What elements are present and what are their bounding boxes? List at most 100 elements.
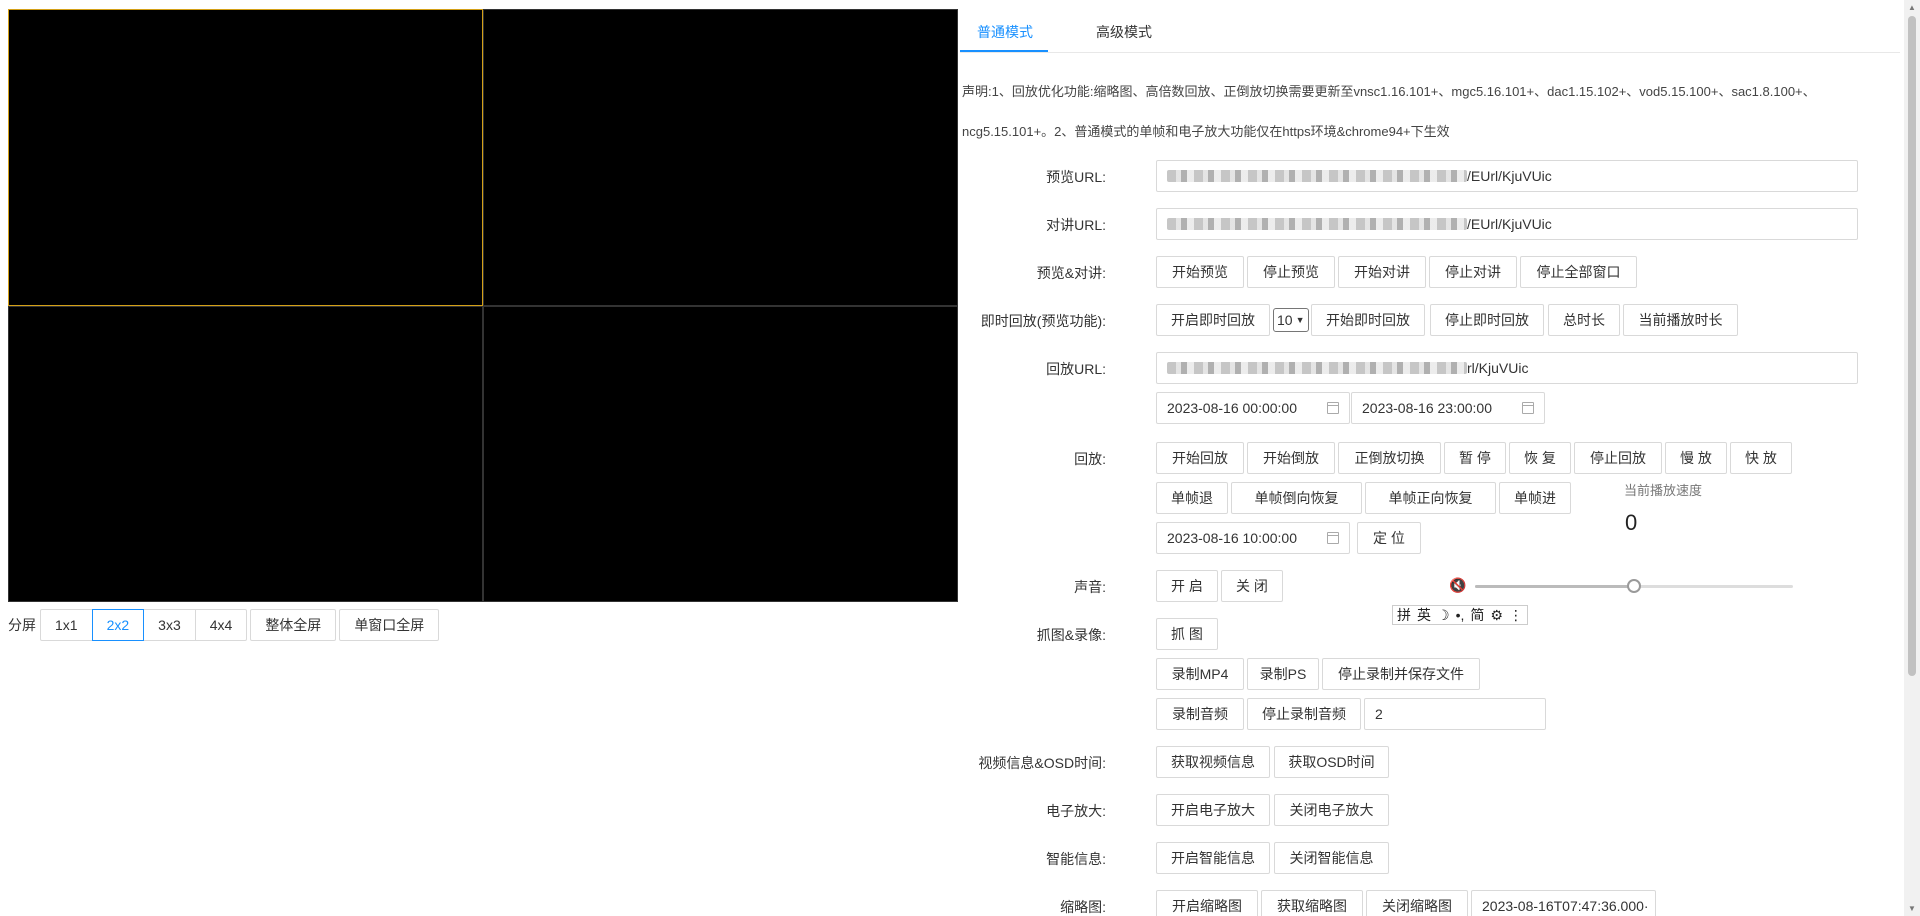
ezoom-on-button[interactable]: 开启电子放大	[1156, 794, 1270, 826]
video-window-4[interactable]	[483, 305, 958, 602]
split-toolbar: 分屏 1x1 2x2 3x3 4x4 整体全屏 单窗口全屏	[8, 609, 440, 641]
video-window-1[interactable]	[8, 9, 483, 306]
frame-reverse-resume-button[interactable]: 单帧倒向恢复	[1231, 482, 1362, 514]
record-audio-button[interactable]: 录制音频	[1156, 698, 1244, 730]
start-talk-button[interactable]: 开始对讲	[1338, 256, 1426, 288]
start-playback-button[interactable]: 开始回放	[1156, 442, 1244, 474]
talk-url-label: 对讲URL:	[1046, 217, 1106, 233]
ime-toolbar[interactable]: 拼 英 ☽ •, 简 ⚙ ⋮	[1392, 605, 1528, 625]
calendar-icon	[1327, 532, 1339, 544]
chevron-down-icon: ▼	[1295, 315, 1305, 325]
playback-url-suffix: rl/KjuVUic	[1467, 360, 1529, 376]
thumbnail-off-button[interactable]: 关闭缩略图	[1366, 890, 1468, 916]
ime-more-icon[interactable]: ⋮	[1509, 607, 1523, 624]
ezoom-label: 电子放大:	[1046, 803, 1106, 819]
get-thumbnail-button[interactable]: 获取缩略图	[1261, 890, 1363, 916]
instant-playback-label: 即时回放(预览功能):	[980, 313, 1106, 329]
smart-info-on-button[interactable]: 开启智能信息	[1156, 842, 1270, 874]
video-window-2[interactable]	[483, 9, 958, 306]
page-scrollbar[interactable]: ▲ ▼	[1904, 0, 1920, 916]
ezoom-off-button[interactable]: 关闭电子放大	[1274, 794, 1389, 826]
ime-moon-icon[interactable]: ☽	[1437, 607, 1450, 624]
stop-talk-button[interactable]: 停止对讲	[1429, 256, 1517, 288]
record-ps-button[interactable]: 录制PS	[1247, 658, 1319, 690]
scroll-down-arrow-icon[interactable]: ▼	[1908, 904, 1916, 913]
volume-mute-icon[interactable]: 🔇	[1449, 577, 1466, 594]
split-segment-group: 1x1 2x2 3x3 4x4	[40, 609, 248, 641]
redacted-url	[1167, 362, 1467, 374]
start-instant-playback-button[interactable]: 开始即时回放	[1311, 304, 1425, 336]
fullscreen-all-button[interactable]: 整体全屏	[250, 609, 337, 641]
open-instant-playback-button[interactable]: 开启即时回放	[1156, 304, 1270, 336]
fast-play-button[interactable]: 快 放	[1730, 442, 1792, 474]
split-2x2-button[interactable]: 2x2	[91, 609, 145, 641]
frame-forward-resume-button[interactable]: 单帧正向恢复	[1365, 482, 1496, 514]
playback-end-date-picker[interactable]: 2023-08-16 23:00:00	[1351, 392, 1545, 424]
instant-duration-select[interactable]: 10 ▼	[1273, 308, 1309, 332]
frame-back-button[interactable]: 单帧退	[1156, 482, 1228, 514]
ime-pinyin-icon[interactable]: 拼	[1397, 605, 1411, 625]
tab-normal-mode[interactable]: 普通模式	[977, 22, 1033, 42]
split-4x4-button[interactable]: 4x4	[194, 609, 248, 641]
stop-record-save-button[interactable]: 停止录制并保存文件	[1322, 658, 1480, 690]
playback-start-time: 2023-08-16 00:00:00	[1167, 400, 1297, 416]
scrollbar-thumb[interactable]	[1908, 16, 1916, 676]
split-1x1-button[interactable]: 1x1	[40, 609, 93, 641]
total-duration-button[interactable]: 总时长	[1548, 304, 1620, 336]
talk-url-input[interactable]: /EUrl/KjuVUic	[1156, 208, 1858, 240]
fullscreen-single-button[interactable]: 单窗口全屏	[339, 609, 440, 641]
stop-all-windows-button[interactable]: 停止全部窗口	[1520, 256, 1637, 288]
ime-punctuation-icon[interactable]: •,	[1456, 607, 1465, 623]
tab-advanced-mode[interactable]: 高级模式	[1096, 22, 1152, 42]
toggle-direction-button[interactable]: 正倒放切换	[1338, 442, 1441, 474]
video-info-label: 视频信息&OSD时间:	[978, 755, 1106, 771]
volume-slider-handle[interactable]	[1627, 579, 1641, 593]
start-reverse-playback-button[interactable]: 开始倒放	[1247, 442, 1335, 474]
scroll-up-arrow-icon[interactable]: ▲	[1908, 3, 1916, 12]
record-audio-value: 2	[1375, 706, 1383, 722]
preview-url-label: 预览URL:	[1046, 169, 1106, 185]
calendar-icon	[1327, 402, 1339, 414]
pause-button[interactable]: 暂 停	[1444, 442, 1506, 474]
get-osd-time-button[interactable]: 获取OSD时间	[1274, 746, 1389, 778]
instant-duration-value: 10	[1277, 312, 1293, 328]
playback-start-date-picker[interactable]: 2023-08-16 00:00:00	[1156, 392, 1350, 424]
playback-url-input[interactable]: rl/KjuVUic	[1156, 352, 1858, 384]
preview-url-input[interactable]: /EUrl/KjuVUic	[1156, 160, 1858, 192]
current-duration-button[interactable]: 当前播放时长	[1623, 304, 1738, 336]
frame-forward-button[interactable]: 单帧进	[1499, 482, 1571, 514]
ime-simplified-icon[interactable]: 简	[1470, 605, 1484, 625]
ime-english-icon[interactable]: 英	[1417, 605, 1431, 625]
seek-date-picker[interactable]: 2023-08-16 10:00:00	[1156, 522, 1350, 554]
stop-preview-button[interactable]: 停止预览	[1247, 256, 1335, 288]
video-window-3[interactable]	[8, 305, 483, 602]
current-speed-label: 当前播放速度	[1624, 483, 1703, 498]
thumbnail-time-input[interactable]: 2023-08-16T07:47:36.000·	[1471, 890, 1656, 916]
audio-on-button[interactable]: 开 启	[1156, 570, 1218, 602]
record-mp4-button[interactable]: 录制MP4	[1156, 658, 1244, 690]
split-3x3-button[interactable]: 3x3	[143, 609, 196, 641]
thumbnail-on-button[interactable]: 开启缩略图	[1156, 890, 1258, 916]
volume-slider[interactable]	[1475, 579, 1793, 593]
stop-playback-button[interactable]: 停止回放	[1574, 442, 1662, 474]
stop-record-audio-button[interactable]: 停止录制音频	[1247, 698, 1361, 730]
snapshot-button[interactable]: 抓 图	[1156, 618, 1218, 650]
control-panel: 普通模式 高级模式 声明:1、回放优化功能:缩略图、高倍数回放、正倒放切换需要更…	[960, 0, 1904, 916]
preview-talk-label: 预览&对讲:	[1036, 265, 1106, 281]
ime-gear-icon[interactable]: ⚙	[1490, 607, 1503, 624]
video-grid[interactable]	[8, 9, 958, 602]
redacted-url	[1167, 218, 1467, 230]
start-preview-button[interactable]: 开始预览	[1156, 256, 1244, 288]
slow-play-button[interactable]: 慢 放	[1665, 442, 1727, 474]
audio-off-button[interactable]: 关 闭	[1221, 570, 1283, 602]
resume-button[interactable]: 恢 复	[1509, 442, 1571, 474]
stop-instant-playback-button[interactable]: 停止即时回放	[1430, 304, 1544, 336]
seek-button[interactable]: 定 位	[1357, 522, 1421, 554]
notice-line-2: ncg5.15.101+。2、普通模式的单帧和电子放大功能仅在https环境&c…	[962, 124, 1450, 139]
record-audio-input[interactable]: 2	[1364, 698, 1546, 730]
calendar-icon	[1522, 402, 1534, 414]
redacted-url	[1167, 170, 1467, 182]
current-speed-value: 0	[1625, 510, 1638, 535]
smart-info-off-button[interactable]: 关闭智能信息	[1274, 842, 1389, 874]
get-video-info-button[interactable]: 获取视频信息	[1156, 746, 1270, 778]
